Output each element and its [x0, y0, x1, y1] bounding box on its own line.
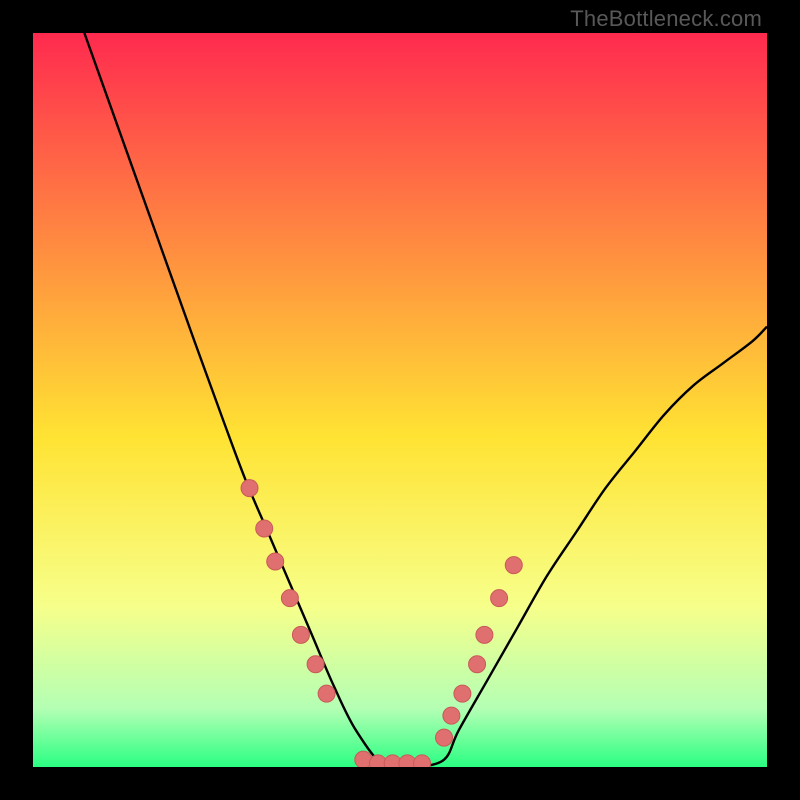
highlight-dot — [281, 590, 298, 607]
plot-area — [33, 33, 767, 767]
highlight-dot — [491, 590, 508, 607]
highlight-dot — [476, 626, 493, 643]
highlight-dot — [469, 656, 486, 673]
highlight-dot — [267, 553, 284, 570]
highlight-dot — [292, 626, 309, 643]
chart-frame: TheBottleneck.com — [0, 0, 800, 800]
highlight-dot — [414, 755, 431, 767]
highlight-dot — [443, 707, 460, 724]
gradient-background — [33, 33, 767, 767]
highlight-dot — [318, 685, 335, 702]
highlight-dot — [307, 656, 324, 673]
highlight-dot — [505, 557, 522, 574]
highlight-dot — [436, 729, 453, 746]
highlight-dot — [454, 685, 471, 702]
highlight-dot — [241, 480, 258, 497]
watermark-text: TheBottleneck.com — [570, 6, 762, 32]
highlight-dot — [256, 520, 273, 537]
chart-svg — [33, 33, 767, 767]
